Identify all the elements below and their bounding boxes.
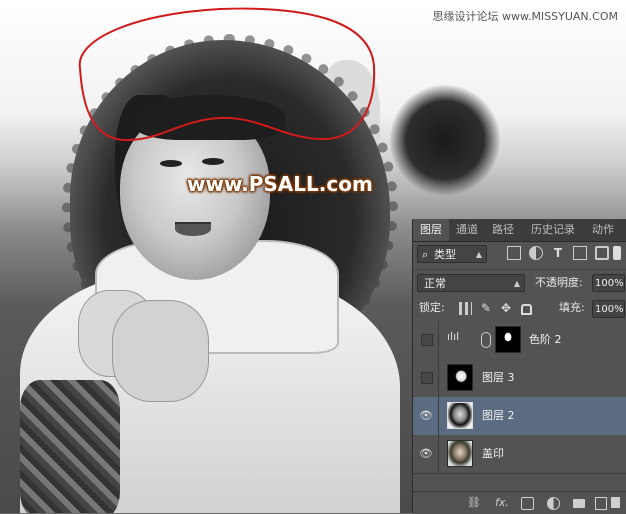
panel-tab-bar: 图层 通道 路径 历史记录 动作 [413,219,626,242]
new-layer-icon[interactable] [595,497,607,510]
layer-name: 盖印 [482,447,504,460]
filter-shape-icon[interactable] [573,246,587,260]
new-group-icon[interactable] [573,499,585,508]
fill-input[interactable]: 100% [592,300,625,318]
tab-layers[interactable]: 图层 [413,219,449,241]
site-credit: 思缘设计论坛 www.MISSYUAN.COM [432,10,618,23]
tab-paths[interactable]: 路径 [485,219,521,241]
visibility-toggle[interactable]: 👁 [413,435,439,473]
lock-all-icon[interactable] [521,304,532,315]
visibility-toggle[interactable] [413,321,439,359]
layer-name: 色阶 2 [529,333,562,346]
blend-mode-value: 正常 [424,277,446,290]
layer-row-stamp[interactable]: 👁 盖印 [413,435,626,474]
layers-panel: 图层 通道 路径 历史记录 动作 ⌕ 类型 ▲ T 正常 ▲ 不透明度: 100… [413,219,626,514]
layer-thumbnail [447,440,473,467]
layer-row-layer-2[interactable]: 👁 图层 2 [413,397,626,436]
layer-mask-thumbnail [495,326,521,353]
visibility-off-icon [421,372,433,384]
filter-kind-value: 类型 [434,248,456,261]
add-mask-icon[interactable] [521,497,534,510]
opacity-input[interactable]: 100% [592,274,625,292]
scarf [20,380,120,513]
eye-icon: 👁 [419,447,433,460]
dropdown-arrow-icon: ▲ [475,250,482,259]
blend-row: 正常 ▲ 不透明度: 100% [413,269,626,296]
left-eye [160,160,182,167]
chain-link-icon [481,332,491,348]
blend-mode-dropdown[interactable]: 正常 ▲ [417,274,525,292]
filter-kind-dropdown[interactable]: ⌕ 类型 ▲ [417,245,487,263]
layer-thumbnail [447,402,473,429]
visibility-off-icon [421,334,433,346]
hair-top [135,95,285,140]
fill-label: 填充: [559,301,585,314]
layer-row-layer-3[interactable]: 图层 3 [413,359,626,398]
tab-history[interactable]: 历史记录 [523,219,583,241]
filter-smart-object-icon[interactable] [595,246,609,260]
link-icon[interactable]: ⛓ [467,496,481,510]
filter-type-icon[interactable]: T [551,246,565,260]
filter-pixel-icon[interactable] [507,246,521,260]
layer-list: ılıl 色阶 2 图层 3 👁 图层 2 👁 盖印 [413,321,626,491]
layer-row-levels-2[interactable]: ılıl 色阶 2 [413,321,626,360]
lock-row: 锁定: ✎ ✥ 填充: 100% [413,297,626,322]
background-flower-shadow [390,85,500,195]
lock-position-icon[interactable]: ✥ [501,302,514,315]
layers-panel-footer: ⛓ fx. [413,491,626,514]
lock-transparent-icon[interactable] [459,302,472,315]
adjustment-icon[interactable] [547,497,560,510]
visibility-toggle[interactable] [413,359,439,397]
tab-channels[interactable]: 通道 [449,219,485,241]
layer-name: 图层 2 [482,409,515,422]
lock-paint-icon[interactable]: ✎ [481,302,494,315]
dropdown-arrow-icon: ▲ [513,279,520,288]
layer-thumbnail [447,364,473,391]
visibility-toggle[interactable]: 👁 [413,397,439,435]
lock-label: 锁定: [419,301,445,314]
right-eye [202,158,224,165]
tab-actions[interactable]: 动作 [585,219,621,241]
filter-toggle-icon[interactable] [613,246,621,260]
fx-icon[interactable]: fx. [493,496,511,510]
layer-name: 图层 3 [482,371,515,384]
opacity-label: 不透明度: [535,276,583,289]
delete-icon[interactable] [611,497,620,508]
search-icon: ⌕ [422,248,429,261]
filter-adjustment-icon[interactable] [529,246,543,260]
right-hand [112,300,209,402]
mouth [175,222,211,236]
watermark-text: www.PSALL.com [187,172,373,196]
levels-adjustment-icon: ılıl [447,330,460,343]
eye-icon: 👁 [419,409,433,422]
